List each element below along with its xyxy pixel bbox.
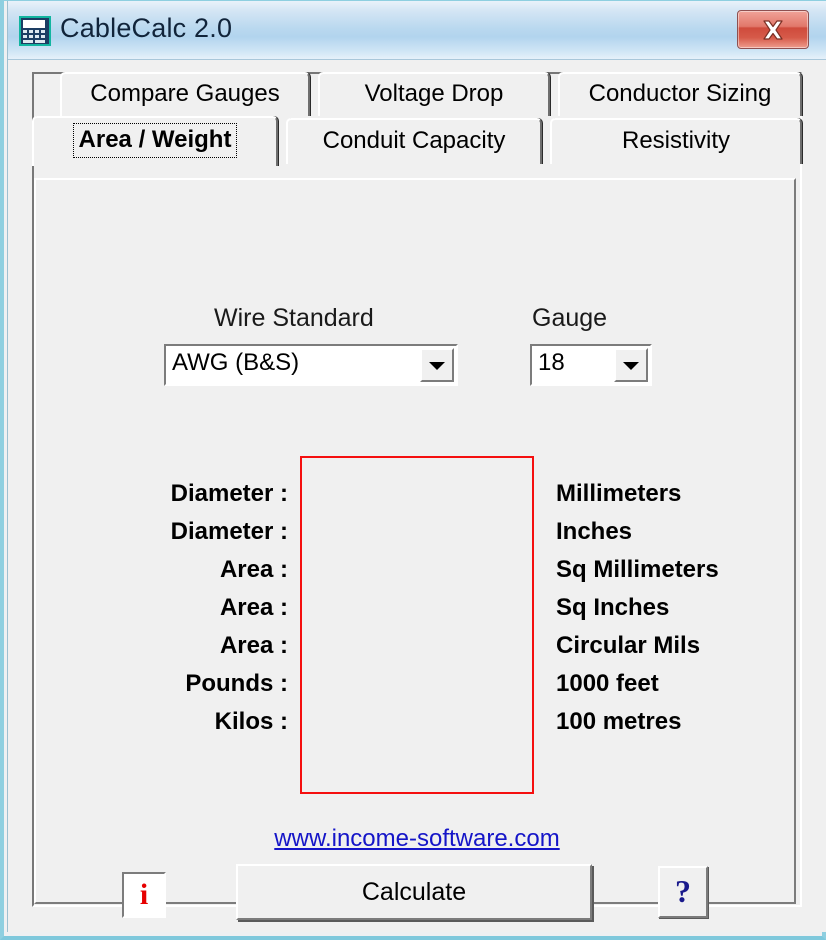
result-row-label: Area : (219, 594, 288, 621)
result-row-unit: 100 metres (556, 708, 682, 735)
help-icon: ? (675, 873, 691, 909)
info-button[interactable]: i (122, 872, 166, 918)
result-row-unit: Circular Mils (556, 632, 701, 659)
results-output-box[interactable] (300, 456, 534, 794)
result-row-label: Pounds : (185, 670, 288, 697)
gauge-label: Gauge (532, 304, 608, 332)
tab-conductor-sizing[interactable]: Conductor Sizing (558, 72, 802, 116)
result-row-label: Diameter : (170, 480, 288, 507)
help-button[interactable]: ? (658, 866, 708, 918)
tab-area-weight[interactable]: Area / Weight (32, 116, 278, 166)
close-icon (738, 19, 808, 41)
tab-label: Conductor Sizing (588, 80, 772, 107)
tab-conduit-capacity[interactable]: Conduit Capacity (286, 118, 542, 164)
gauge-select[interactable]: 18 (530, 344, 652, 386)
result-row-label: Area : (219, 556, 288, 583)
info-icon: i (139, 878, 149, 911)
tab-page-area-weight: Wire Standard AWG (B&S) Gauge 18 Diamete… (34, 178, 798, 920)
wire-standard-label: Wire Standard (214, 304, 374, 332)
website-link[interactable]: www.income-software.com (36, 825, 798, 853)
result-row-unit: 1000 feet (556, 670, 659, 697)
tab-label: Resistivity (621, 127, 730, 154)
gauge-dropdown-button[interactable] (614, 348, 648, 382)
application-window: CableCalc 2.0 Compare Gauges Voltage Dro… (0, 0, 826, 940)
result-row-label: Area : (219, 632, 288, 659)
close-button[interactable] (737, 10, 809, 49)
result-row-unit: Sq Inches (556, 594, 670, 621)
result-row-label: Diameter : (170, 518, 288, 545)
tab-label: Area / Weight (72, 123, 238, 158)
result-row-unit: Inches (556, 518, 633, 545)
result-row-label: Kilos : (214, 708, 288, 735)
dialog-body: Compare Gauges Voltage Drop Conductor Si… (8, 60, 826, 932)
chevron-down-icon (429, 362, 445, 370)
result-row-unit: Sq Millimeters (556, 556, 719, 583)
window-title: CableCalc 2.0 (60, 13, 233, 43)
wire-standard-select[interactable]: AWG (B&S) (164, 344, 458, 386)
tab-resistivity[interactable]: Resistivity (550, 118, 802, 164)
title-bar[interactable]: CableCalc 2.0 (8, 1, 826, 60)
calculate-button-label: Calculate (361, 878, 467, 906)
tab-strip: Compare Gauges Voltage Drop Conductor Si… (32, 72, 804, 182)
tab-label: Voltage Drop (364, 80, 504, 107)
calculator-icon (19, 16, 51, 46)
calculate-button[interactable]: Calculate (236, 864, 592, 920)
gauge-value: 18 (538, 349, 565, 376)
tab-compare-gauges[interactable]: Compare Gauges (60, 72, 310, 116)
wire-standard-value: AWG (B&S) (172, 349, 300, 376)
result-row-unit: Millimeters (556, 480, 682, 507)
window-inner-frame: CableCalc 2.0 Compare Gauges Voltage Dro… (7, 1, 826, 932)
chevron-down-icon (623, 362, 639, 370)
tab-label: Conduit Capacity (322, 127, 506, 154)
tab-voltage-drop[interactable]: Voltage Drop (318, 72, 550, 116)
wire-standard-dropdown-button[interactable] (420, 348, 454, 382)
tab-label: Compare Gauges (90, 80, 280, 107)
